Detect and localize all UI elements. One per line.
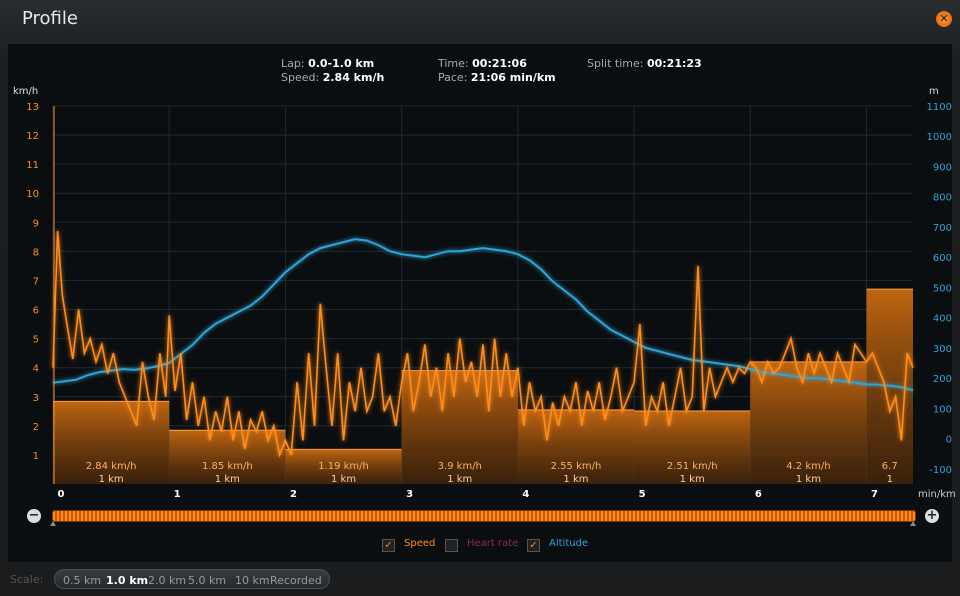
lap-speed-label: 1.19 km/h [318,461,369,472]
lap-speed-label: 2.84 km/h [86,461,137,472]
y-tick-left: 3 [33,393,39,404]
y-tick-right: 100 [933,404,952,415]
y-tick-left: 9 [33,218,39,229]
y-tick-left: 2 [33,422,39,433]
y-axis-left-label: km/h [13,86,38,97]
y-tick-left: 12 [26,131,39,142]
scale-option-0.5km[interactable]: 0.5 km [63,574,101,587]
profile-chart[interactable]: 2.84 km/h 1 km 1.85 km/h 1 km 1.19 km/h 1 km 3… [0,0,960,560]
scale-option-2km[interactable]: 2.0 km [148,574,186,587]
lap-distance-label: 1 km [99,474,124,485]
y-tick-right: 200 [933,374,952,385]
y-tick-right: 500 [933,283,952,294]
y-tick-left: 8 [33,247,39,258]
lap-speed-label: 1.85 km/h [202,461,253,472]
x-tick: 4 [522,489,529,500]
speed-legend-label: Speed [404,538,436,549]
y-tick-right: -100 [929,465,952,476]
range-handle-right[interactable] [910,521,916,526]
y-tick-right: 0 [946,435,952,446]
y-axis-right-label: m [929,86,939,97]
x-tick: 2 [290,489,297,500]
y-tick-right: 400 [933,314,952,325]
y-tick-right: 300 [933,344,952,355]
lap-distance-label: 1 km [680,474,705,485]
y-tick-left: 6 [33,306,39,317]
speed-checkbox[interactable]: ✓ [382,539,395,552]
y-tick-right: 1000 [927,132,952,143]
lap-bar-4 [517,409,635,484]
scale-option-1km[interactable]: 1.0 km [106,574,148,587]
profile-window: Profile ✕ Lap: 0.0-1.0 km Speed: 2.84 km… [0,0,960,596]
scale-option-5km[interactable]: 5.0 km [188,574,226,587]
lap-distance-label: 1 km [563,474,588,485]
y-tick-left: 10 [26,189,39,200]
lap-distance-label: 1 [887,474,893,485]
y-tick-left: 4 [33,364,39,375]
scale-selector[interactable]: 0.5 km 1.0 km 2.0 km 5.0 km 10 km Record… [54,569,330,589]
y-tick-right: 600 [933,253,952,264]
range-handle-left[interactable] [50,521,56,526]
lap-speed-label: 3.9 km/h [438,461,482,472]
lap-distance-label: 1 km [796,474,821,485]
scale-option-10km[interactable]: 10 km [235,574,270,587]
lap-distance-label: 1 km [447,474,472,485]
lap-speed-label: 2.51 km/h [667,461,718,472]
altitude-legend-label: Altitude [549,538,589,549]
heart-rate-legend-label: Heart rate [467,538,519,549]
heart-rate-checkbox[interactable] [445,539,458,552]
y-tick-right: 700 [933,223,952,234]
scale-toolbar: Scale: 0.5 km 1.0 km 2.0 km 5.0 km 10 km… [0,566,960,596]
y-tick-right: 800 [933,193,952,204]
y-tick-left: 13 [26,102,39,113]
lap-speed-label: 2.55 km/h [551,461,602,472]
x-tick: 5 [639,489,646,500]
y-tick-left: 7 [33,276,39,287]
x-tick: 7 [871,489,878,500]
x-axis-label: min/km [918,489,956,500]
scale-label: Scale: [10,573,44,586]
x-tick: 3 [406,489,413,500]
zoom-out-button[interactable]: − [27,509,41,523]
x-tick: 6 [755,489,762,500]
y-tick-right: 900 [933,162,952,173]
altitude-checkbox[interactable]: ✓ [527,539,540,552]
x-tick: 0 [58,489,65,500]
lap-speed-label: 4.2 km/h [786,461,830,472]
range-slider[interactable] [52,510,916,522]
zoom-in-button[interactable]: + [925,509,939,523]
lap-distance-label: 1 km [215,474,240,485]
scale-option-recorded[interactable]: Recorded [270,574,322,587]
y-tick-right: 1100 [927,102,952,113]
lap-speed-label: 6.7 [882,461,898,472]
y-tick-left: 5 [33,335,39,346]
y-tick-left: 1 [33,451,39,462]
lap-distance-label: 1 km [331,474,356,485]
x-tick: 1 [174,489,181,500]
y-tick-left: 11 [26,160,39,171]
